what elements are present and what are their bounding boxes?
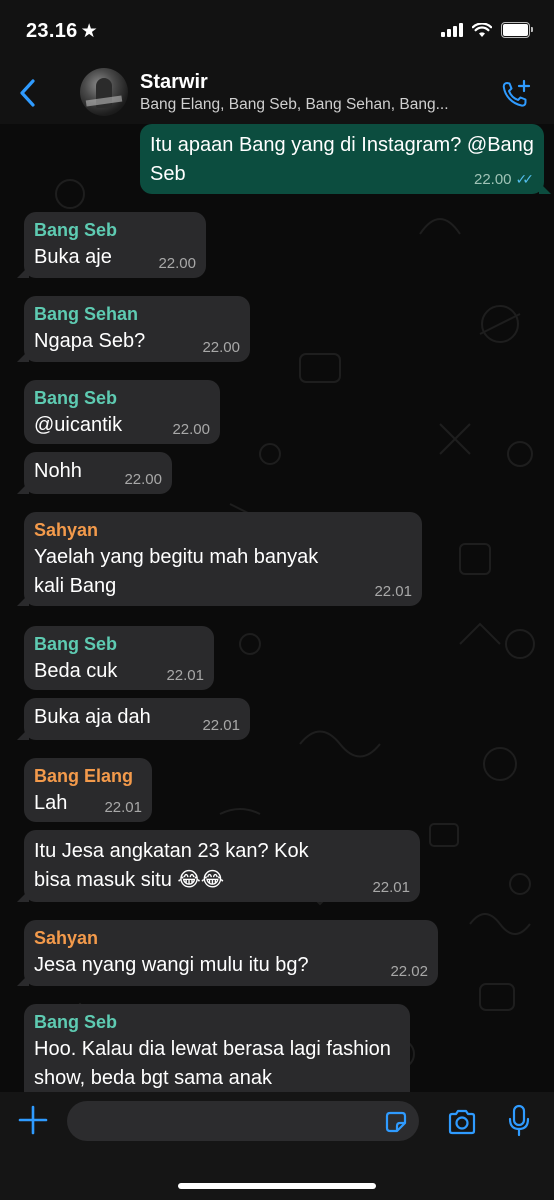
incoming-message[interactable]: Bang Seb Beda cuk 22.01 xyxy=(24,626,214,690)
message-time: 22.02 xyxy=(390,963,428,980)
incoming-message[interactable]: Bang Seb Buka aje 22.00 xyxy=(17,212,206,278)
incoming-message[interactable]: Bang Seb @uicantik 22.00 xyxy=(24,380,220,444)
status-time: 23.16 ★ xyxy=(26,20,98,43)
plus-icon[interactable] xyxy=(17,1104,49,1136)
message-text: Jesa nyang wangi mulu itu bg? xyxy=(34,954,309,976)
sender-name[interactable]: Bang Seb xyxy=(34,1011,400,1033)
sender-name[interactable]: Bang Sehan xyxy=(34,303,240,325)
incoming-message[interactable]: Sahyan Jesa nyang wangi mulu itu bg? 22.… xyxy=(17,920,438,986)
sender-name[interactable]: Bang Elang xyxy=(34,765,142,787)
chat-header: Starwir Bang Elang, Bang Seb, Bang Sehan… xyxy=(0,62,554,124)
cellular-signal-icon xyxy=(441,23,463,37)
message-time: 22.01 xyxy=(372,879,410,896)
incoming-message[interactable]: Sahyan Yaelah yang begitu mah banyak kal… xyxy=(17,512,422,606)
sender-name[interactable]: Sahyan xyxy=(34,927,428,949)
message-time: 22.01 xyxy=(166,667,204,684)
microphone-icon[interactable] xyxy=(508,1104,530,1138)
message-time: 22.01 xyxy=(374,583,412,600)
add-call-icon[interactable] xyxy=(500,79,532,109)
message-time: 22.01 xyxy=(202,717,240,734)
message-time: 22.00 xyxy=(172,421,210,438)
battery-icon xyxy=(501,22,533,38)
incoming-message[interactable]: Buka aja dah 22.01 xyxy=(17,698,250,740)
message-text: Itu Jesa angkatan 23 kan? Kok bisa masuk… xyxy=(34,840,309,891)
group-avatar[interactable] xyxy=(80,68,128,116)
camera-icon[interactable] xyxy=(446,1108,478,1136)
star-icon: ★ xyxy=(80,21,98,42)
sticker-icon[interactable] xyxy=(384,1110,408,1134)
message-time: 22.00 xyxy=(473,171,512,188)
incoming-message[interactable]: Bang Elang Lah 22.01 xyxy=(24,758,152,822)
message-text: Yaelah yang begitu mah banyak kali Bang xyxy=(34,546,319,597)
incoming-message[interactable]: Itu Jesa angkatan 23 kan? Kok bisa masuk… xyxy=(17,830,420,902)
message-time: 22.00 xyxy=(158,255,196,272)
chat-title[interactable]: Starwir xyxy=(140,71,208,94)
clock-text: 23.16 xyxy=(26,20,78,42)
read-ticks-icon: ✓✓ xyxy=(515,171,535,187)
message-time: 22.01 xyxy=(104,799,142,816)
message-text: Hoo. Kalau dia lewat berasa lagi fashion… xyxy=(34,1038,391,1089)
status-bar: 23.16 ★ xyxy=(0,0,554,62)
outgoing-message[interactable]: Itu apaan Bang yang di Instagram? @Bang … xyxy=(140,124,551,194)
message-input[interactable] xyxy=(67,1101,419,1141)
status-icons xyxy=(441,22,533,38)
incoming-message[interactable]: Nohh 22.00 xyxy=(17,452,172,494)
message-meta: 22.00 ✓✓ xyxy=(474,171,534,188)
chat-participants[interactable]: Bang Elang, Bang Seb, Bang Sehan, Bang..… xyxy=(140,96,480,114)
sender-name[interactable]: Sahyan xyxy=(34,519,412,541)
wifi-icon xyxy=(472,22,492,37)
message-list[interactable]: Itu apaan Bang yang di Instagram? @Bang … xyxy=(0,124,554,1092)
home-indicator[interactable] xyxy=(178,1183,376,1189)
sender-name[interactable]: Bang Seb xyxy=(34,633,204,655)
sender-name[interactable]: Bang Seb xyxy=(34,219,196,241)
message-time: 22.00 xyxy=(124,471,162,488)
incoming-message[interactable]: Bang Sehan Ngapa Seb? 22.00 xyxy=(17,296,250,362)
incoming-message[interactable]: Bang Seb Hoo. Kalau dia lewat berasa lag… xyxy=(24,1004,410,1092)
back-chevron-icon[interactable] xyxy=(14,76,42,110)
message-time: 22.00 xyxy=(202,339,240,356)
sender-name[interactable]: Bang Seb xyxy=(34,387,210,409)
